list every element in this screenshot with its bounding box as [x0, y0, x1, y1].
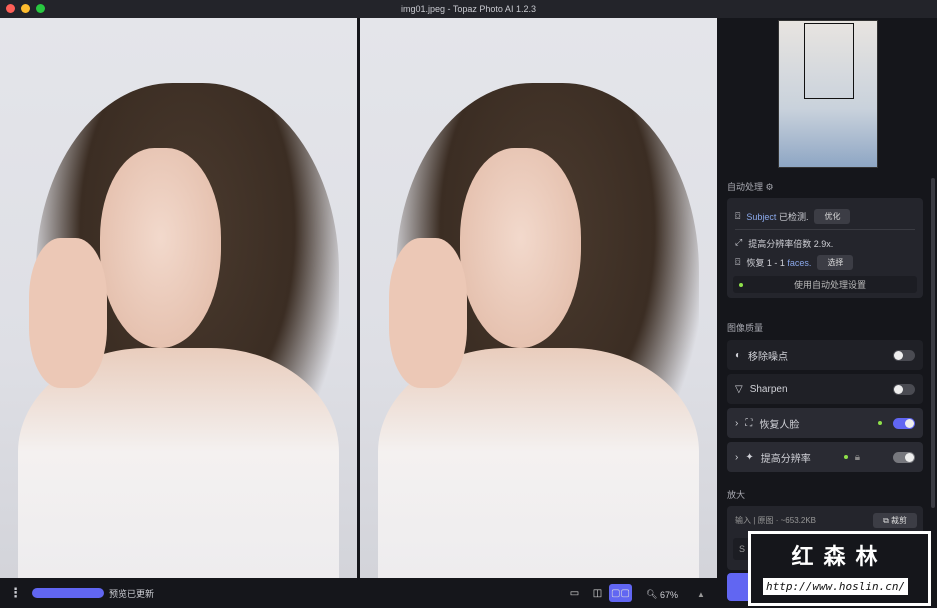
sharpen-label: Sharpen [749, 383, 788, 395]
auto-section-title: 自动处理 [727, 182, 764, 192]
upscale-text: 提高分辨率倍数 2.9x. [748, 239, 834, 249]
crop-label: 裁剪 [891, 516, 907, 525]
subject-label: Subject [746, 212, 777, 222]
viewport-frame[interactable] [804, 23, 854, 99]
faces-link: faces. [787, 258, 812, 268]
sharpen-toggle[interactable] [893, 383, 915, 395]
sidebar: 自动处理 ⚙ ⌼ Subject 已检测. 优化 ⤢ 提高分辨率倍数 2.9x. … [719, 18, 937, 601]
upscale-label: 提高分辨率 [760, 453, 811, 465]
split-view-button[interactable]: ◫ [586, 584, 609, 602]
apply-label: 使用自动处理设置 [793, 280, 866, 290]
sparkle-icon: ✦ [745, 451, 754, 463]
face-scan-icon: ⛶ [745, 417, 753, 429]
subject-icon: ⌼ [735, 211, 741, 221]
denoise-label: 移除噪点 [748, 351, 789, 363]
chevron-up-icon[interactable]: ▲ [697, 590, 705, 599]
status-text: 预览已更新 [109, 588, 155, 599]
auto-card: ⌼ Subject 已检测. 优化 ⤢ 提高分辨率倍数 2.9x. ⌼ 恢复 1 -… [727, 198, 923, 298]
size-mode: S [739, 544, 746, 554]
gear-icon[interactable]: ⚙ [766, 182, 774, 192]
more-menu-icon[interactable]: ⋮ [9, 585, 22, 601]
lock-icon: 🔒︎ [854, 451, 861, 463]
navigator-thumbnail[interactable] [778, 20, 878, 168]
watermark-url: http://www.hoslin.cn/ [763, 578, 909, 595]
denoise-icon: ◐ [735, 349, 742, 361]
restore-text: 恢复 1 - 1 [746, 258, 788, 268]
watermark: 红森林 http://www.hoslin.cn/ [748, 531, 931, 606]
window-title: img01.jpeg - Topaz Photo AI 1.2.3 [401, 4, 536, 14]
upscale-toggle[interactable] [893, 451, 915, 463]
upscale-row[interactable]: › ✦ 提高分辨率 🔒︎ [727, 442, 923, 472]
apply-auto-settings-button[interactable]: 使用自动处理设置 [733, 276, 917, 293]
optimize-button[interactable]: 优化 [814, 209, 851, 224]
side-by-side-view-button[interactable]: ▢▢ [609, 584, 632, 602]
enlarge-section-title: 放大 [727, 490, 746, 500]
source-size: 原图 · ~653.2KB [757, 516, 817, 525]
maximize-window-button[interactable] [36, 4, 45, 13]
view-mode-switch: ▭ ◫ ▢▢ [563, 584, 632, 602]
chevron-right-icon[interactable]: › [735, 418, 738, 429]
crop-button[interactable]: ⧉ 裁剪 [873, 513, 917, 528]
face-icon: ⌼ [735, 257, 741, 267]
expand-icon: ⤢ [735, 237, 743, 247]
select-button[interactable]: 选择 [817, 255, 854, 270]
title-bar: img01.jpeg - Topaz Photo AI 1.2.3 [0, 0, 937, 18]
quality-section-title: 图像质量 [727, 323, 764, 333]
sharpen-icon: ▽ [735, 383, 743, 395]
face-recovery-label: 恢复人脸 [759, 419, 800, 431]
single-view-button[interactable]: ▭ [563, 584, 586, 602]
chevron-right-icon[interactable]: › [735, 452, 738, 463]
sharpen-row[interactable]: ▽ Sharpen [727, 374, 923, 404]
detected-label: 已检测. [776, 212, 809, 222]
input-label: 输入 [735, 516, 751, 525]
original-preview[interactable] [0, 18, 357, 578]
zoom-level[interactable]: 67% [660, 590, 678, 600]
scrollbar[interactable] [931, 178, 935, 508]
denoise-row[interactable]: ◐ 移除噪点 [727, 340, 923, 370]
zoom-icon[interactable]: 🔍︎ [646, 589, 657, 600]
progress-bar [32, 588, 104, 598]
face-recovery-toggle[interactable] [893, 417, 915, 429]
watermark-name: 红森林 [791, 544, 888, 569]
close-window-button[interactable] [6, 4, 15, 13]
denoise-toggle[interactable] [893, 349, 915, 361]
processed-preview[interactable] [360, 18, 717, 578]
minimize-window-button[interactable] [21, 4, 30, 13]
face-recovery-row[interactable]: › ⛶ 恢复人脸 [727, 408, 923, 438]
